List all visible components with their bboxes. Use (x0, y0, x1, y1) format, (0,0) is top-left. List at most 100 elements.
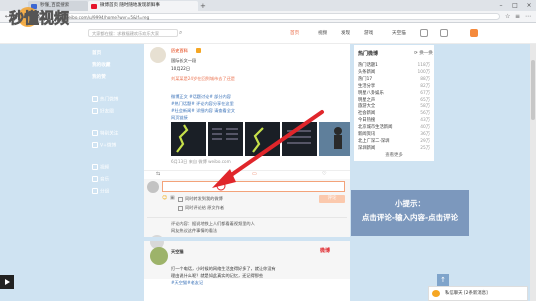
hot-panel: 热门微博 ⟳ 换一换 热门话题1 118万 头条新闻 100万 热门17 88万 生活分享 8… (354, 45, 434, 161)
hot-item[interactable]: 新闻资讯 36万 (358, 131, 430, 137)
more-icon[interactable]: ⋯ (525, 12, 531, 21)
repost-option[interactable]: 同时转发到我的微博 (178, 196, 223, 202)
nav-video[interactable]: 视频 (318, 30, 327, 36)
minimize-icon[interactable]: – (494, 0, 508, 11)
nav-user[interactable]: 天空猫 (392, 30, 406, 36)
new-tab-button[interactable]: + (200, 2, 206, 10)
hot-item-label: 社会新闻 (358, 111, 376, 117)
nav-discover[interactable]: 发现 (341, 30, 350, 36)
image-icon[interactable]: ▣ (170, 195, 175, 201)
sidebar-item-label: 我的收藏 (92, 63, 111, 68)
comment-text: 网友热议这件事情的看法 (171, 228, 218, 233)
sidebar-item-label: 好友圈 (100, 109, 114, 115)
comment-option[interactable]: 同时评论给 原文作者 (178, 205, 224, 211)
sidebar-item[interactable]: 视频 (92, 164, 140, 171)
sidebar-item-label: 音乐 (100, 177, 110, 183)
sidebar-item-icon (92, 176, 98, 182)
sidebar-item-icon (92, 164, 98, 170)
sidebar-item-label: 我的赞 (92, 75, 106, 80)
play-icon[interactable] (0, 275, 14, 289)
repost-icon[interactable]: ⇆ (156, 171, 160, 177)
sidebar-item[interactable]: 热门微博 (92, 96, 140, 103)
post-link[interactable]: #天空猫#老友记 (171, 280, 203, 286)
hot-item-count: 100万 (417, 69, 431, 75)
hot-item-count: 29万 (420, 138, 430, 144)
sidebar-item[interactable]: V+微博 (92, 142, 140, 149)
sidebar-item[interactable]: 音乐 (92, 176, 140, 183)
svg-text:秒懂视频: 秒懂视频 (9, 9, 69, 27)
scroll-top-icon[interactable]: ↑ (437, 274, 449, 286)
sidebar-item[interactable]: 好友圈 (92, 108, 140, 115)
favorite-icon[interactable]: ☆ (505, 12, 510, 21)
watermark-logo: 秒懂视频 (9, 7, 69, 27)
sidebar-item-label: 特别关注 (100, 131, 119, 137)
post-link[interactable]: 网页链接 (171, 115, 188, 121)
hot-item[interactable]: 旅游大全 58万 (358, 103, 430, 109)
maximize-icon[interactable]: □ (508, 0, 522, 11)
browser-tab-active[interactable]: 微博首页 随时随地发现新鲜事 (88, 1, 198, 11)
nav-home[interactable]: 首页 (290, 30, 299, 36)
sidebar-item-icon (92, 96, 98, 102)
hot-item-count: 82万 (420, 83, 430, 89)
message-panel[interactable]: 私信聊天 [2条新消息] (428, 286, 528, 301)
tip-title: 小提示： (395, 199, 425, 208)
search-icon[interactable]: ⌕ (179, 29, 187, 37)
weibo-tag-icon: 微博 (320, 248, 331, 254)
hot-item[interactable]: 北上广深二·深圳 29万 (358, 138, 430, 144)
hot-item[interactable]: 明星八卦娱乐 67万 (358, 90, 430, 96)
hot-item-count: 118万 (417, 63, 431, 68)
sidebar-item-icon (92, 130, 98, 136)
post-author[interactable]: 天空猫 (171, 249, 184, 255)
avatar (147, 181, 159, 193)
sidebar-item[interactable]: 首页 (92, 50, 140, 56)
post-text: 10月22日 (171, 66, 191, 71)
sidebar-item-icon (92, 108, 98, 114)
post-author[interactable]: 历史百科 (171, 48, 188, 54)
comment-submit-button[interactable]: 评论 (319, 195, 345, 203)
hot-item[interactable]: 明星之声 65万 (358, 97, 430, 103)
panel-title: 热门微博 (358, 51, 379, 57)
hot-item[interactable]: 北京城市生活新闻 40万 (358, 124, 430, 130)
message-icon[interactable] (420, 29, 428, 37)
hot-item[interactable]: 头条新闻 100万 (358, 69, 430, 75)
url-input[interactable]: weibo.com/u/9994/home?wvr=5&lf=reg (52, 13, 500, 20)
emoji-icon[interactable]: ☺ (162, 195, 167, 201)
search-input[interactable]: 大家都在搜：求救福建欢乐欢乐大家 (88, 29, 178, 37)
tip-box: 小提示： 点击评论-输入内容-点击评论 (351, 190, 469, 236)
settings-icon[interactable] (440, 29, 448, 37)
scrollbar-thumb[interactable] (531, 60, 535, 120)
post-text: 打一个电话，小时候的网络生活变得好多了，就让你没有 (171, 266, 276, 271)
refresh-link[interactable]: ⟳ 换一换 (414, 50, 433, 56)
hot-item[interactable]: 社会新闻 56万 (358, 110, 430, 116)
nav-game[interactable]: 游戏 (364, 30, 373, 36)
hot-item-count: 67万 (420, 90, 430, 96)
hot-item-count: 58万 (420, 104, 430, 110)
hot-item[interactable]: 今日热搜 43万 (358, 117, 430, 123)
vip-badge-icon (196, 48, 201, 53)
compose-icon[interactable] (470, 29, 478, 37)
sidebar-item[interactable]: 我的赞 (92, 74, 140, 80)
sidebar-item[interactable]: 特别关注 (92, 130, 140, 137)
close-icon[interactable]: × (522, 0, 536, 11)
menu-icon[interactable]: ≡ (515, 12, 520, 21)
sidebar-item-label: 首页 (92, 51, 102, 56)
hot-item[interactable]: 生活分享 82万 (358, 83, 430, 89)
hot-item[interactable]: 热门话题1 118万 (358, 62, 430, 68)
hot-item[interactable]: 热门17 88万 (358, 76, 430, 82)
sidebar-item-icon (92, 142, 98, 148)
hot-item-label: 明星之声 (358, 97, 376, 103)
hot-item-label: 北上广深二·深圳 (358, 138, 390, 144)
hot-item-count: 65万 (420, 97, 430, 103)
hot-item[interactable]: 深圳新闻 25万 (358, 145, 430, 151)
avatar[interactable] (150, 247, 168, 265)
sidebar-item[interactable]: 分组 (92, 188, 140, 195)
more-link[interactable]: 查看更多 (354, 152, 434, 158)
divider (147, 217, 347, 218)
hot-item-label: 明星八卦娱乐 (358, 90, 384, 96)
hot-item-label: 新闻资讯 (358, 132, 376, 137)
hot-item-label: 深圳新闻 (358, 145, 376, 151)
sidebar-item[interactable]: 我的收藏 (92, 62, 140, 68)
sidebar-item-label: 分组 (100, 189, 110, 195)
avatar[interactable] (150, 47, 166, 63)
hot-item-count: 88万 (420, 76, 430, 82)
